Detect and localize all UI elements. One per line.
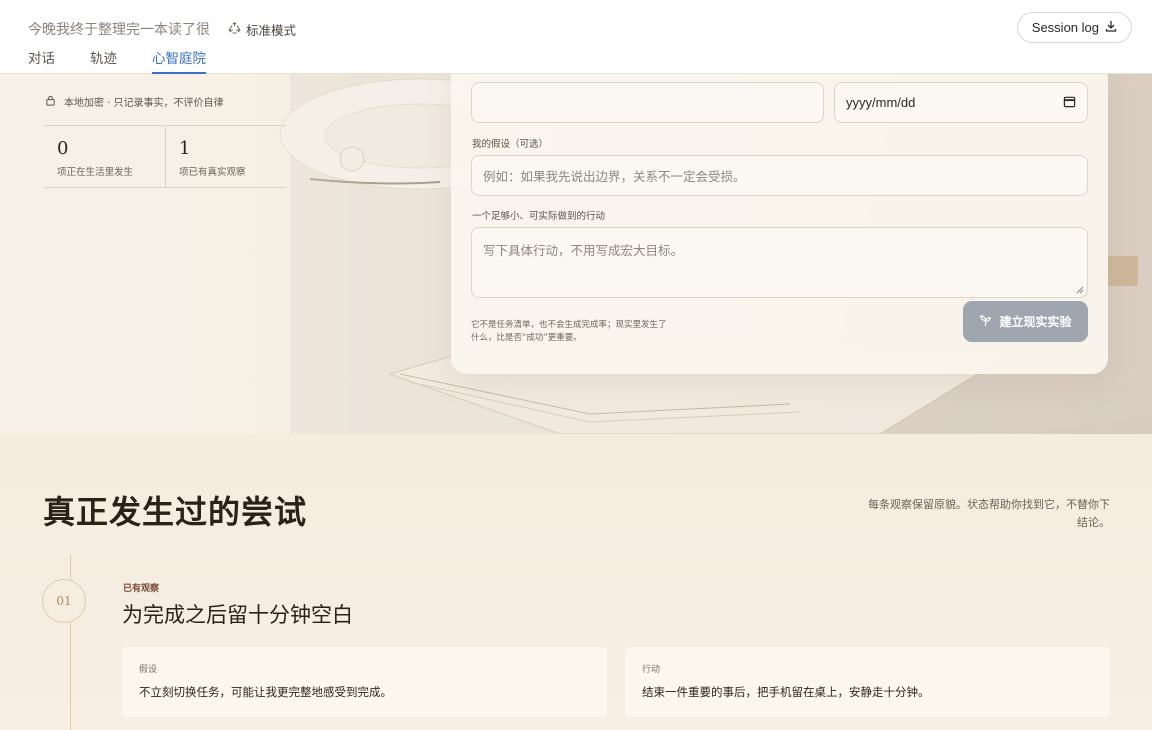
mode-indicator[interactable]: 标准模式 bbox=[228, 20, 296, 39]
date-placeholder: yyyy/mm/dd bbox=[846, 95, 916, 110]
action-textarea[interactable]: 写下具体行动，不用写成宏大目标。 bbox=[471, 227, 1088, 298]
session-log-button[interactable]: Session log bbox=[1016, 12, 1132, 43]
experiment-title-input[interactable] bbox=[471, 82, 824, 123]
attempt-title[interactable]: 为完成之后留十分钟空白 bbox=[122, 599, 353, 629]
privacy-note: 本地加密 · 只记录事实，不评价自律 bbox=[45, 94, 224, 109]
hypothesis-card: 假设 不立刻切换任务，可能让我更完整地感受到完成。 bbox=[122, 647, 607, 717]
submit-label: 建立现实实验 bbox=[999, 315, 1072, 329]
tab-trajectory[interactable]: 轨迹 bbox=[90, 47, 117, 73]
top-header: 今晚我终于整理完一本读了很 标准模式 Session log 对话 轨迹 心智庭… bbox=[0, 0, 1152, 74]
create-experiment-button[interactable]: 建立现实实验 bbox=[963, 301, 1088, 342]
action-card-label: 行动 bbox=[642, 665, 661, 675]
date-input[interactable]: yyyy/mm/dd bbox=[834, 82, 1088, 123]
section-description: 每条观察保留原貌。状态帮助你找到它，不替你下结论。 bbox=[868, 498, 1110, 529]
status-badge: 已有观察 bbox=[123, 584, 160, 594]
stat-in-progress: 0 项正在生活里发生 bbox=[44, 126, 165, 187]
calendar-icon[interactable] bbox=[1063, 95, 1076, 111]
hypothesis-input[interactable]: 例如：如果我先说出边界，关系不一定会受损。 bbox=[471, 155, 1088, 196]
stat-label: 项正在生活里发生 bbox=[57, 167, 134, 178]
session-title: 今晚我终于整理完一本读了很 bbox=[28, 22, 210, 38]
tab-bar: 对话 轨迹 心智庭院 bbox=[28, 47, 241, 74]
mode-label: 标准模式 bbox=[246, 23, 297, 38]
hypothesis-card-text: 不立刻切换任务，可能让我更完整地感受到完成。 bbox=[139, 685, 392, 699]
experiment-form: yyyy/mm/dd 我的假设（可选） 例如：如果我先说出边界，关系不一定会受损… bbox=[451, 74, 1108, 374]
step-number: 01 bbox=[42, 579, 86, 623]
sprout-icon bbox=[979, 314, 992, 330]
stat-value: 0 bbox=[57, 138, 69, 159]
resize-handle-icon[interactable] bbox=[1076, 286, 1084, 294]
tab-mind-garden[interactable]: 心智庭院 bbox=[152, 47, 206, 74]
recycle-icon bbox=[228, 21, 241, 38]
stat-value: 1 bbox=[179, 138, 191, 159]
form-note: 它不是任务清单，也不会生成完成率；现实里发生了什么，比是否“成功”更重要。 bbox=[471, 320, 667, 343]
tab-chat[interactable]: 对话 bbox=[28, 47, 55, 73]
action-card-text: 结束一件重要的事后，把手机留在桌上，安静走十分钟。 bbox=[642, 685, 930, 699]
session-log-label: Session log bbox=[1031, 20, 1099, 35]
section-title: 真正发生过的尝试 bbox=[43, 493, 308, 531]
stats-panel: 0 项正在生活里发生 1 项已有真实观察 bbox=[44, 125, 286, 188]
hypothesis-placeholder: 例如：如果我先说出边界，关系不一定会受损。 bbox=[483, 169, 746, 184]
hypothesis-card-label: 假设 bbox=[139, 665, 158, 675]
hypothesis-label: 我的假设（可选） bbox=[472, 139, 549, 150]
attempts-section: 真正发生过的尝试 每条观察保留原貌。状态帮助你找到它，不替你下结论。 01 已有… bbox=[0, 434, 1152, 730]
action-card: 行动 结束一件重要的事后，把手机留在桌上，安静走十分钟。 bbox=[625, 647, 1110, 717]
stat-label: 项已有真实观察 bbox=[179, 167, 246, 178]
download-icon bbox=[1105, 20, 1117, 35]
action-placeholder: 写下具体行动，不用写成宏大目标。 bbox=[483, 243, 684, 258]
lock-icon bbox=[45, 95, 56, 109]
stat-observed: 1 项已有真实观察 bbox=[165, 126, 286, 187]
action-label: 一个足够小、可实际做到的行动 bbox=[472, 211, 606, 222]
hero-panel: 本地加密 · 只记录事实，不评价自律 0 项正在生活里发生 1 项已有真实观察 … bbox=[0, 74, 1152, 434]
privacy-text: 本地加密 · 只记录事实，不评价自律 bbox=[64, 98, 224, 109]
